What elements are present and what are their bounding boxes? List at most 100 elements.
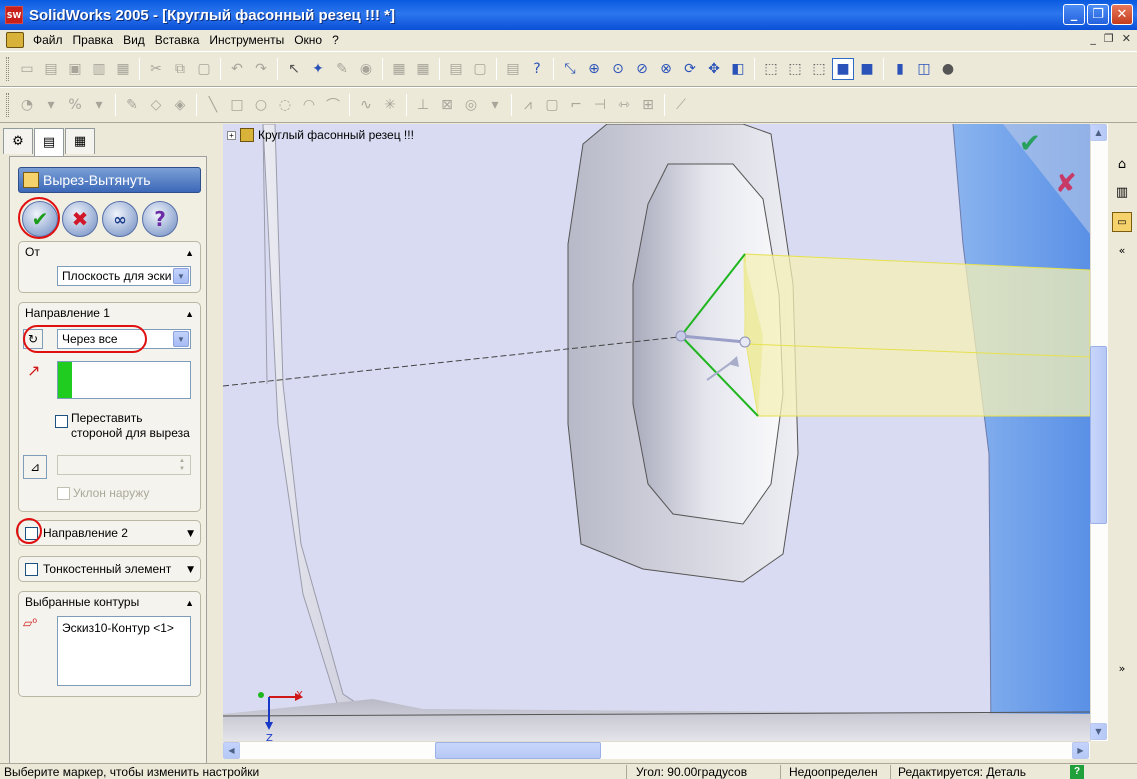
- status-help-icon[interactable]: ?: [1070, 765, 1084, 779]
- mirror-icon[interactable]: ⩘: [517, 94, 539, 116]
- centerline-icon[interactable]: ⊥: [412, 94, 434, 116]
- sketch-fillet-icon[interactable]: ⊠: [436, 94, 458, 116]
- dropdown-icon[interactable]: ▾: [484, 94, 506, 116]
- dropdown-arrow-icon[interactable]: ▼: [173, 268, 189, 284]
- expand-tree-button[interactable]: +: [227, 130, 236, 140]
- horizontal-scrollbar[interactable]: ◀ ▶: [223, 741, 1090, 759]
- add-relation-icon[interactable]: ⟋: [670, 94, 692, 116]
- horizontal-scroll-thumb[interactable]: [435, 742, 601, 759]
- redo-icon[interactable]: ↷: [250, 58, 272, 80]
- circle-icon[interactable]: ○: [250, 94, 272, 116]
- sketch-draw-icon[interactable]: ✎: [121, 94, 143, 116]
- menu-window[interactable]: Окно: [289, 33, 327, 47]
- list-item[interactable]: Эскиз10-Контур <1>: [62, 621, 186, 635]
- shaded-icon[interactable]: ■: [856, 58, 878, 80]
- shadows-icon[interactable]: ▮: [889, 58, 911, 80]
- folder-icon[interactable]: ▭: [1112, 212, 1132, 232]
- dimension-icon[interactable]: ◈: [169, 94, 191, 116]
- feature-manager-tab[interactable]: ⚙: [3, 128, 33, 154]
- draft-angle-input[interactable]: ▲ ▼: [57, 455, 191, 475]
- convert-entities-icon[interactable]: ▢: [541, 94, 563, 116]
- vertical-scrollbar[interactable]: ▲ ▼: [1090, 124, 1108, 741]
- chevron-left-icon[interactable]: «: [1112, 240, 1132, 260]
- rotate-view-icon[interactable]: ⟳: [679, 58, 701, 80]
- tree-root-label[interactable]: Круглый фасонный резец !!!: [258, 128, 414, 142]
- scroll-down-button[interactable]: ▼: [1090, 723, 1107, 740]
- print-preview-icon[interactable]: ▦: [112, 58, 134, 80]
- scroll-right-button[interactable]: ▶: [1072, 742, 1089, 759]
- undo-icon[interactable]: ↶: [226, 58, 248, 80]
- minimize-button[interactable]: _: [1063, 4, 1085, 25]
- hidden-lines-removed-icon[interactable]: ⬚: [808, 58, 830, 80]
- toolbar-grip[interactable]: [6, 93, 9, 117]
- restore-button[interactable]: ❐: [1087, 4, 1109, 25]
- collapse-icon[interactable]: [185, 595, 194, 609]
- document-icon[interactable]: [6, 32, 24, 48]
- 3d-sketch-icon[interactable]: ◇: [145, 94, 167, 116]
- cancel-button[interactable]: ✖: [62, 201, 98, 237]
- property-manager-tab[interactable]: ▤: [34, 128, 64, 156]
- grid-icon[interactable]: ▦: [412, 58, 434, 80]
- from-select[interactable]: Плоскость для эски ▼: [57, 266, 191, 286]
- new-document-icon[interactable]: ▭: [16, 58, 38, 80]
- offset-entities-icon[interactable]: ◎: [460, 94, 482, 116]
- tangent-arc-icon[interactable]: ◠: [298, 94, 320, 116]
- mdi-close-button[interactable]: ✕: [1122, 32, 1131, 45]
- vertical-scroll-thumb[interactable]: [1090, 346, 1107, 524]
- standard-views-icon[interactable]: ◧: [727, 58, 749, 80]
- zoom-in-out-icon[interactable]: ⊘: [631, 58, 653, 80]
- dropdown-arrow-icon[interactable]: ▼: [173, 331, 189, 347]
- sketch-icon[interactable]: ✎: [331, 58, 353, 80]
- save-icon[interactable]: ▣: [64, 58, 86, 80]
- collapse-icon[interactable]: [185, 245, 194, 259]
- smart-mate-icon[interactable]: %: [64, 94, 86, 116]
- rebuild-icon[interactable]: ✦: [307, 58, 329, 80]
- spline-icon[interactable]: ∿: [355, 94, 377, 116]
- zoom-area-icon[interactable]: ⊙: [607, 58, 629, 80]
- draft-outward-checkbox[interactable]: [57, 487, 70, 500]
- hidden-lines-visible-icon[interactable]: ⬚: [784, 58, 806, 80]
- configuration-manager-tab[interactable]: ▦: [65, 128, 95, 154]
- menu-insert[interactable]: Вставка: [150, 33, 205, 47]
- extend-icon[interactable]: ⊣: [589, 94, 611, 116]
- menu-file[interactable]: Файл: [28, 33, 68, 47]
- chevron-right-icon[interactable]: »: [1112, 658, 1132, 678]
- trim-icon[interactable]: ⌐: [565, 94, 587, 116]
- realview-icon[interactable]: ●: [937, 58, 959, 80]
- cut-icon[interactable]: ✂: [145, 58, 167, 80]
- menu-edit[interactable]: Правка: [68, 33, 119, 47]
- smart-dimension-icon[interactable]: ◉: [355, 58, 377, 80]
- select-icon[interactable]: ↖: [283, 58, 305, 80]
- section-view-icon[interactable]: ◫: [913, 58, 935, 80]
- view-orientation-icon[interactable]: ⤡: [559, 58, 581, 80]
- draft-toggle-button[interactable]: ⊿: [23, 455, 47, 479]
- toolbar-grip[interactable]: [6, 57, 9, 81]
- scroll-up-button[interactable]: ▲: [1090, 124, 1107, 141]
- menu-tools[interactable]: Инструменты: [204, 33, 289, 47]
- print-icon[interactable]: ▥: [88, 58, 110, 80]
- close-button[interactable]: ✕: [1111, 4, 1133, 25]
- graphics-area[interactable]: ✔ ✘ X Z + Круглый фасонный резец !!!: [223, 124, 1090, 741]
- file-properties-icon[interactable]: ▢: [469, 58, 491, 80]
- model-view[interactable]: ✔ ✘ X Z: [223, 124, 1090, 741]
- filter-dropdown-icon[interactable]: ▾: [40, 94, 62, 116]
- three-point-arc-icon[interactable]: ⌒: [322, 94, 344, 116]
- detailed-preview-button[interactable]: ∞: [102, 201, 138, 237]
- confirm-corner-ok-icon[interactable]: ✔: [1019, 129, 1041, 159]
- options-icon[interactable]: ▦: [388, 58, 410, 80]
- dropdown-icon[interactable]: ▾: [88, 94, 110, 116]
- direction-reference-box[interactable]: [57, 361, 191, 399]
- contours-list[interactable]: Эскиз10-Контур <1>: [57, 616, 191, 686]
- contours-group-header[interactable]: Выбранные контуры: [19, 592, 200, 612]
- rectangle-icon[interactable]: □: [226, 94, 248, 116]
- centerpoint-arc-icon[interactable]: ◌: [274, 94, 296, 116]
- line-icon[interactable]: ╲: [202, 94, 224, 116]
- help-button[interactable]: ?: [142, 201, 178, 237]
- mdi-restore-button[interactable]: ❐: [1104, 32, 1114, 45]
- copy-icon[interactable]: ⧉: [169, 58, 191, 80]
- rotate-entities-icon[interactable]: ⊞: [637, 94, 659, 116]
- mdi-minimize-button[interactable]: _: [1090, 32, 1096, 45]
- confirm-corner-cancel-icon[interactable]: ✘: [1055, 169, 1077, 199]
- zoom-selection-icon[interactable]: ⊗: [655, 58, 677, 80]
- thin-feature-checkbox[interactable]: [25, 563, 38, 576]
